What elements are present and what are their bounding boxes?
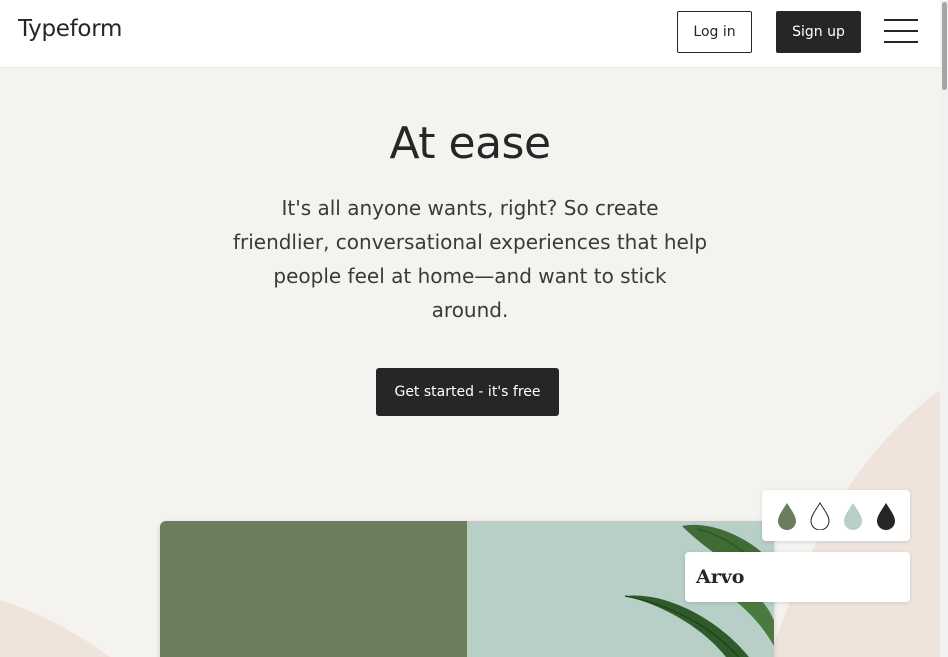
hero-description: It's all anyone wants, right? So create … (232, 196, 708, 322)
white-drop-icon[interactable] (809, 501, 831, 530)
scrollbar-track[interactable] (940, 0, 948, 657)
get-started-button[interactable]: Get started - it's free (376, 368, 559, 416)
menu-bar (884, 30, 918, 32)
black-drop-icon[interactable] (875, 502, 897, 530)
font-selector[interactable]: Arvo (685, 552, 910, 602)
preview-green-panel (160, 521, 467, 657)
hero-title: At ease (389, 118, 551, 169)
site-header: Typeform Log in Sign up (0, 0, 940, 68)
hamburger-menu-icon[interactable] (884, 18, 918, 44)
green-drop-icon[interactable] (776, 502, 798, 530)
mint-drop-icon[interactable] (842, 502, 864, 530)
typeform-logo[interactable]: Typeform (18, 16, 122, 42)
scrollbar-thumb[interactable] (942, 2, 947, 90)
login-button[interactable]: Log in (677, 11, 752, 53)
font-name-label: Arvo (696, 566, 745, 588)
theme-color-picker (762, 490, 910, 541)
menu-bar (884, 19, 918, 21)
signup-button[interactable]: Sign up (776, 11, 861, 53)
menu-bar (884, 41, 918, 43)
form-preview-card (160, 521, 774, 657)
